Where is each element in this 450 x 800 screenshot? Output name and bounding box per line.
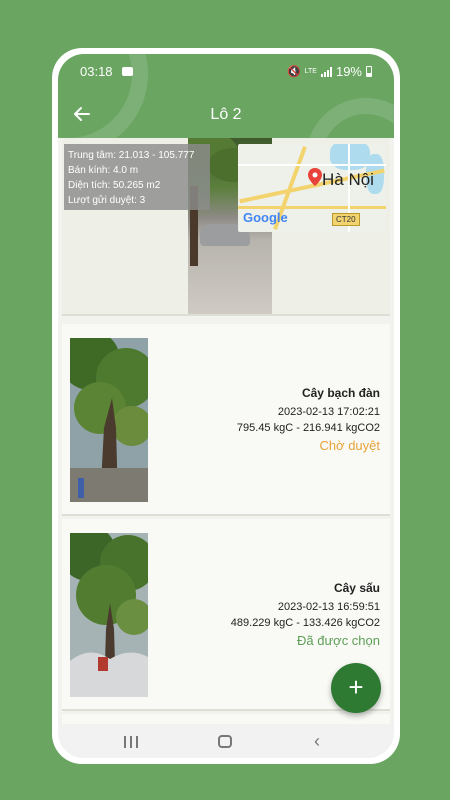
info-submissions: Lượt gửi duyệt: 3 <box>68 195 146 206</box>
tree-card[interactable]: Cây bạch đàn 2023-02-13 17:02:21 795.45 … <box>62 324 390 516</box>
tree-timestamp: 2023-02-13 16:59:51 <box>277 601 380 613</box>
tree-name: Cây bạch đàn <box>301 386 380 400</box>
system-nav-bar: ‹ <box>58 726 394 758</box>
info-center: Trung tâm: 21.013 - 105.777 <box>68 150 195 161</box>
mute-icon: 🔇 <box>286 66 301 78</box>
tree-meta: Cây bạch đàn 2023-02-13 17:02:21 795.45 … <box>237 386 380 453</box>
tree-carbon: 489.229 kgC - 133.426 kgCO2 <box>230 617 380 629</box>
info-area: Diện tích: 50.265 m2 <box>68 180 161 191</box>
tree-status: Đã được chọn <box>297 633 380 648</box>
status-time: 03:18 <box>80 64 113 79</box>
tree-list[interactable]: Trung tâm: 21.013 - 105.777 Bán kính: 4.… <box>58 138 394 724</box>
info-radius: Bán kính: 4.0 m <box>68 165 139 176</box>
nav-back-icon[interactable]: ‹ <box>314 732 320 750</box>
tree-name: Cây sấu <box>333 581 380 595</box>
plot-summary-card: Trung tâm: 21.013 - 105.777 Bán kính: 4.… <box>62 138 390 316</box>
battery-icon <box>366 66 372 77</box>
add-tree-button[interactable]: + <box>331 663 381 713</box>
page-title: Lô 2 <box>210 106 242 123</box>
network-label: LTE <box>304 68 317 75</box>
battery-text: 19% <box>335 64 362 79</box>
map-city-label: Hà Nội <box>322 170 374 189</box>
recent-apps-icon[interactable] <box>124 736 138 748</box>
app-bar: 03:18 🔇 LTE 19% Lô 2 <box>58 54 394 138</box>
tree-card-partial[interactable] <box>62 714 390 724</box>
phone-frame: 03:18 🔇 LTE 19% Lô 2 Trung tâm: 21.013 -… <box>52 48 400 764</box>
location-pin-icon <box>308 168 322 186</box>
road-badge: CT20 <box>332 213 360 226</box>
tree-photo <box>70 533 148 697</box>
tree-meta: Cây sấu 2023-02-13 16:59:51 489.229 kgC … <box>231 581 380 648</box>
home-icon[interactable] <box>218 735 232 748</box>
screen: 03:18 🔇 LTE 19% Lô 2 Trung tâm: 21.013 -… <box>58 54 394 758</box>
signal-icon <box>320 66 332 77</box>
status-bar: 03:18 🔇 LTE 19% <box>58 64 394 82</box>
tree-timestamp: 2023-02-13 17:02:21 <box>277 406 380 418</box>
tree-status: Chờ duyệt <box>319 438 380 453</box>
plot-info-box: Trung tâm: 21.013 - 105.777 Bán kính: 4.… <box>64 144 210 210</box>
message-icon <box>122 67 133 76</box>
tree-photo <box>70 338 148 502</box>
google-logo: Google <box>243 210 288 225</box>
map-thumbnail[interactable]: Hà Nội Google CT20 <box>238 144 386 232</box>
tree-carbon: 795.45 kgC - 216.941 kgCO2 <box>236 422 380 434</box>
